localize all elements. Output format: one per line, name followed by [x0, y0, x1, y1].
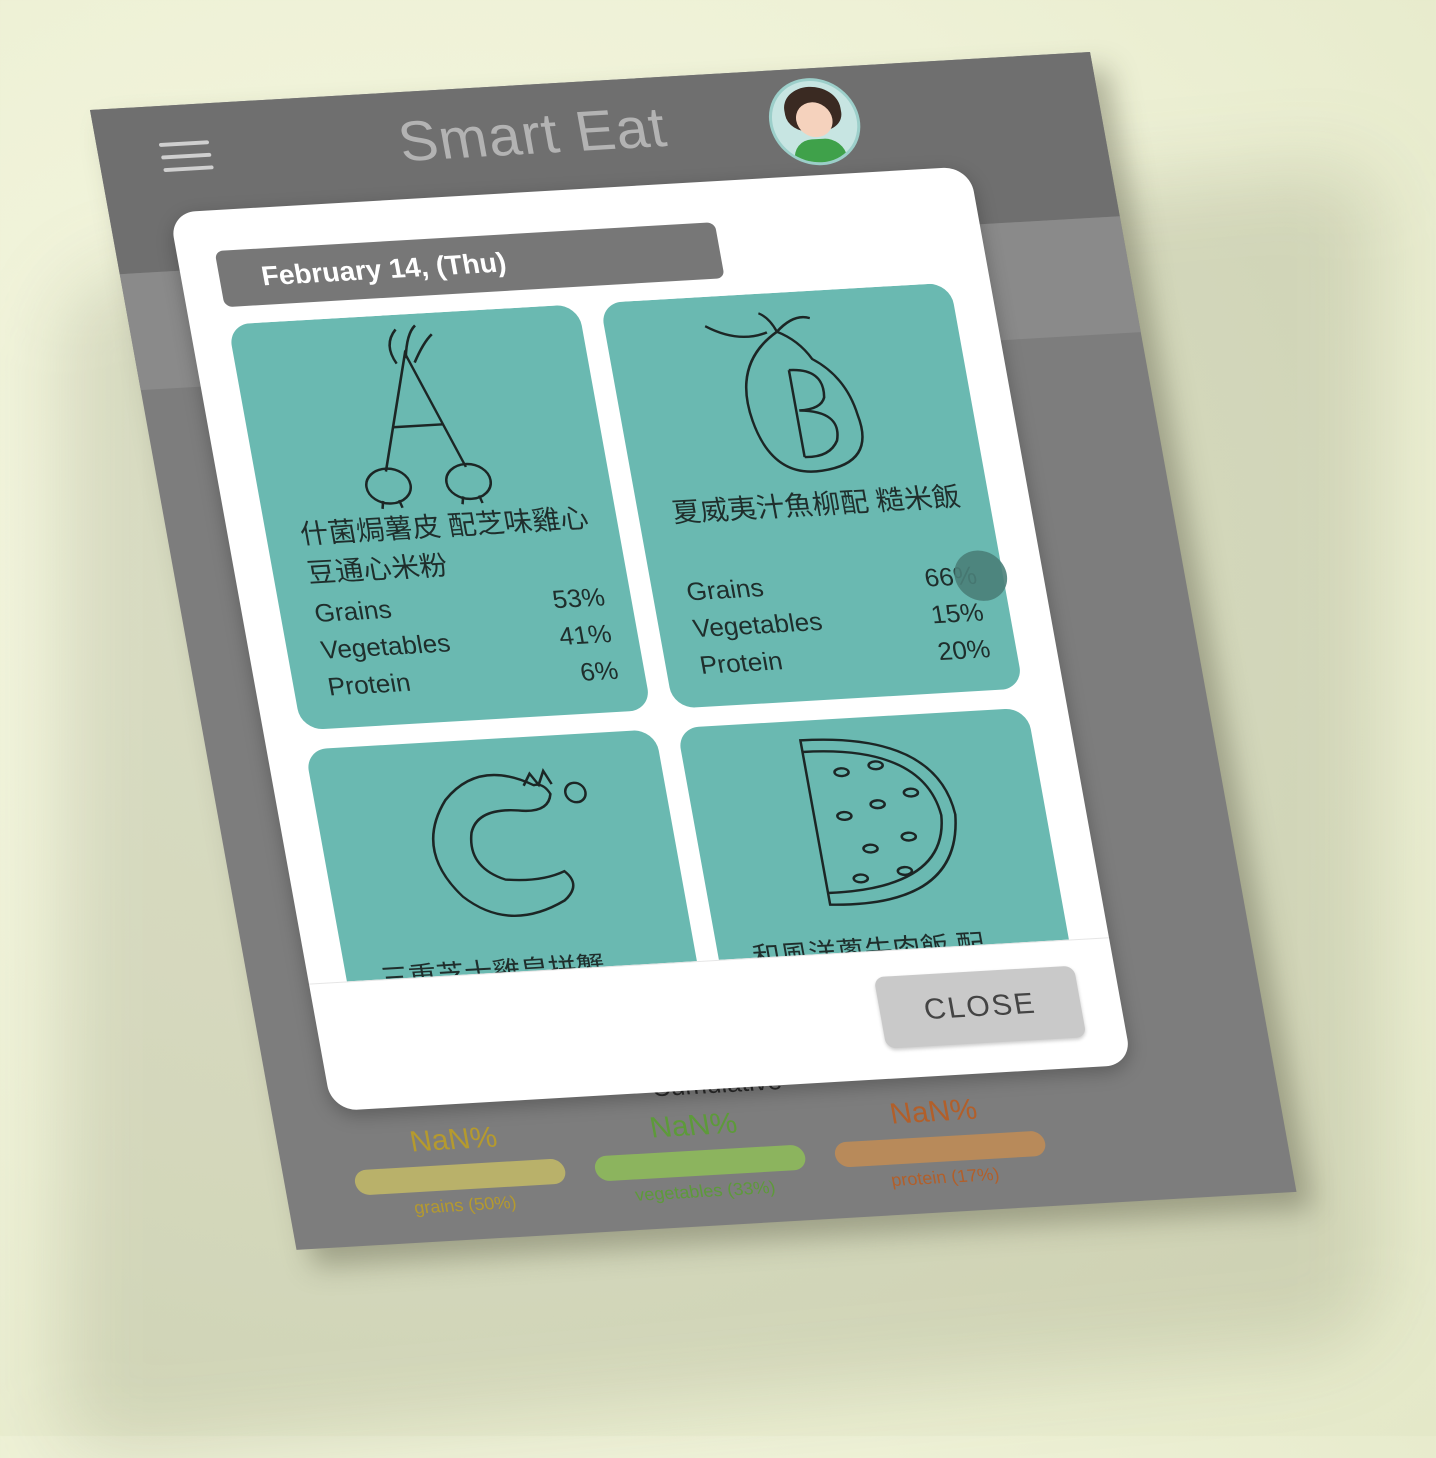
grains-stat: NaN% grains (50%) — [346, 1118, 573, 1222]
protein-value: NaN% — [887, 1093, 980, 1131]
meal-cards-grid: 什菌焗薯皮 配芝味雞心豆通心米粉 Grains 53% Vegetables 41%… — [190, 280, 1109, 984]
vegetables-value: NaN% — [647, 1107, 740, 1145]
protein-caption: protein (17%) — [889, 1164, 1001, 1190]
vegetables-bar — [592, 1144, 808, 1182]
date-header: February 14, (Thu) — [214, 222, 725, 308]
protein-stat: NaN% protein (17%) — [826, 1090, 1053, 1194]
meal-a-nutrition: Grains 53% Vegetables 41% Protein 6% — [311, 578, 621, 705]
close-button[interactable]: CLOSE — [873, 965, 1087, 1049]
phone-screen: Smart Eat Cumulative NaN% grains (50%) N… — [90, 52, 1297, 1250]
menu-icon[interactable] — [158, 140, 215, 176]
avatar[interactable] — [761, 75, 868, 168]
meal-card-c[interactable]: 三重芝士雞皇拼蟹 — [304, 729, 729, 984]
letter-c-illustration-icon — [431, 768, 587, 917]
protein-bar — [832, 1130, 1048, 1168]
grains-caption: grains (50%) — [412, 1192, 518, 1218]
vegetables-stat: NaN% vegetables (33%) — [586, 1104, 813, 1208]
grains-bar — [352, 1158, 568, 1196]
app-title: Smart Eat — [393, 95, 672, 174]
letter-d-illustration-icon — [798, 738, 957, 906]
meal-card-b[interactable]: 夏威夷汁魚柳配 糙米飯 Grains 66% Vegetables 15% Prot… — [599, 282, 1024, 709]
meal-card-a[interactable]: 什菌焗薯皮 配芝味雞心豆通心米粉 Grains 53% Vegetables 41%… — [227, 304, 652, 731]
meal-a-name: 什菌焗薯皮 配芝味雞心豆通心米粉 — [297, 502, 591, 589]
meal-b-nutrition: Grains 66% Vegetables 15% Protein 20% — [683, 557, 993, 684]
grains-value: NaN% — [407, 1121, 500, 1159]
vegetables-caption: vegetables (33%) — [633, 1177, 777, 1205]
meal-dialog: February 14, (Thu) 什菌焗薯皮 配芝味雞心豆通心米粉 Grai… — [169, 166, 1133, 1113]
letter-b-illustration-icon — [704, 312, 864, 473]
letter-a-illustration-icon — [365, 324, 493, 510]
